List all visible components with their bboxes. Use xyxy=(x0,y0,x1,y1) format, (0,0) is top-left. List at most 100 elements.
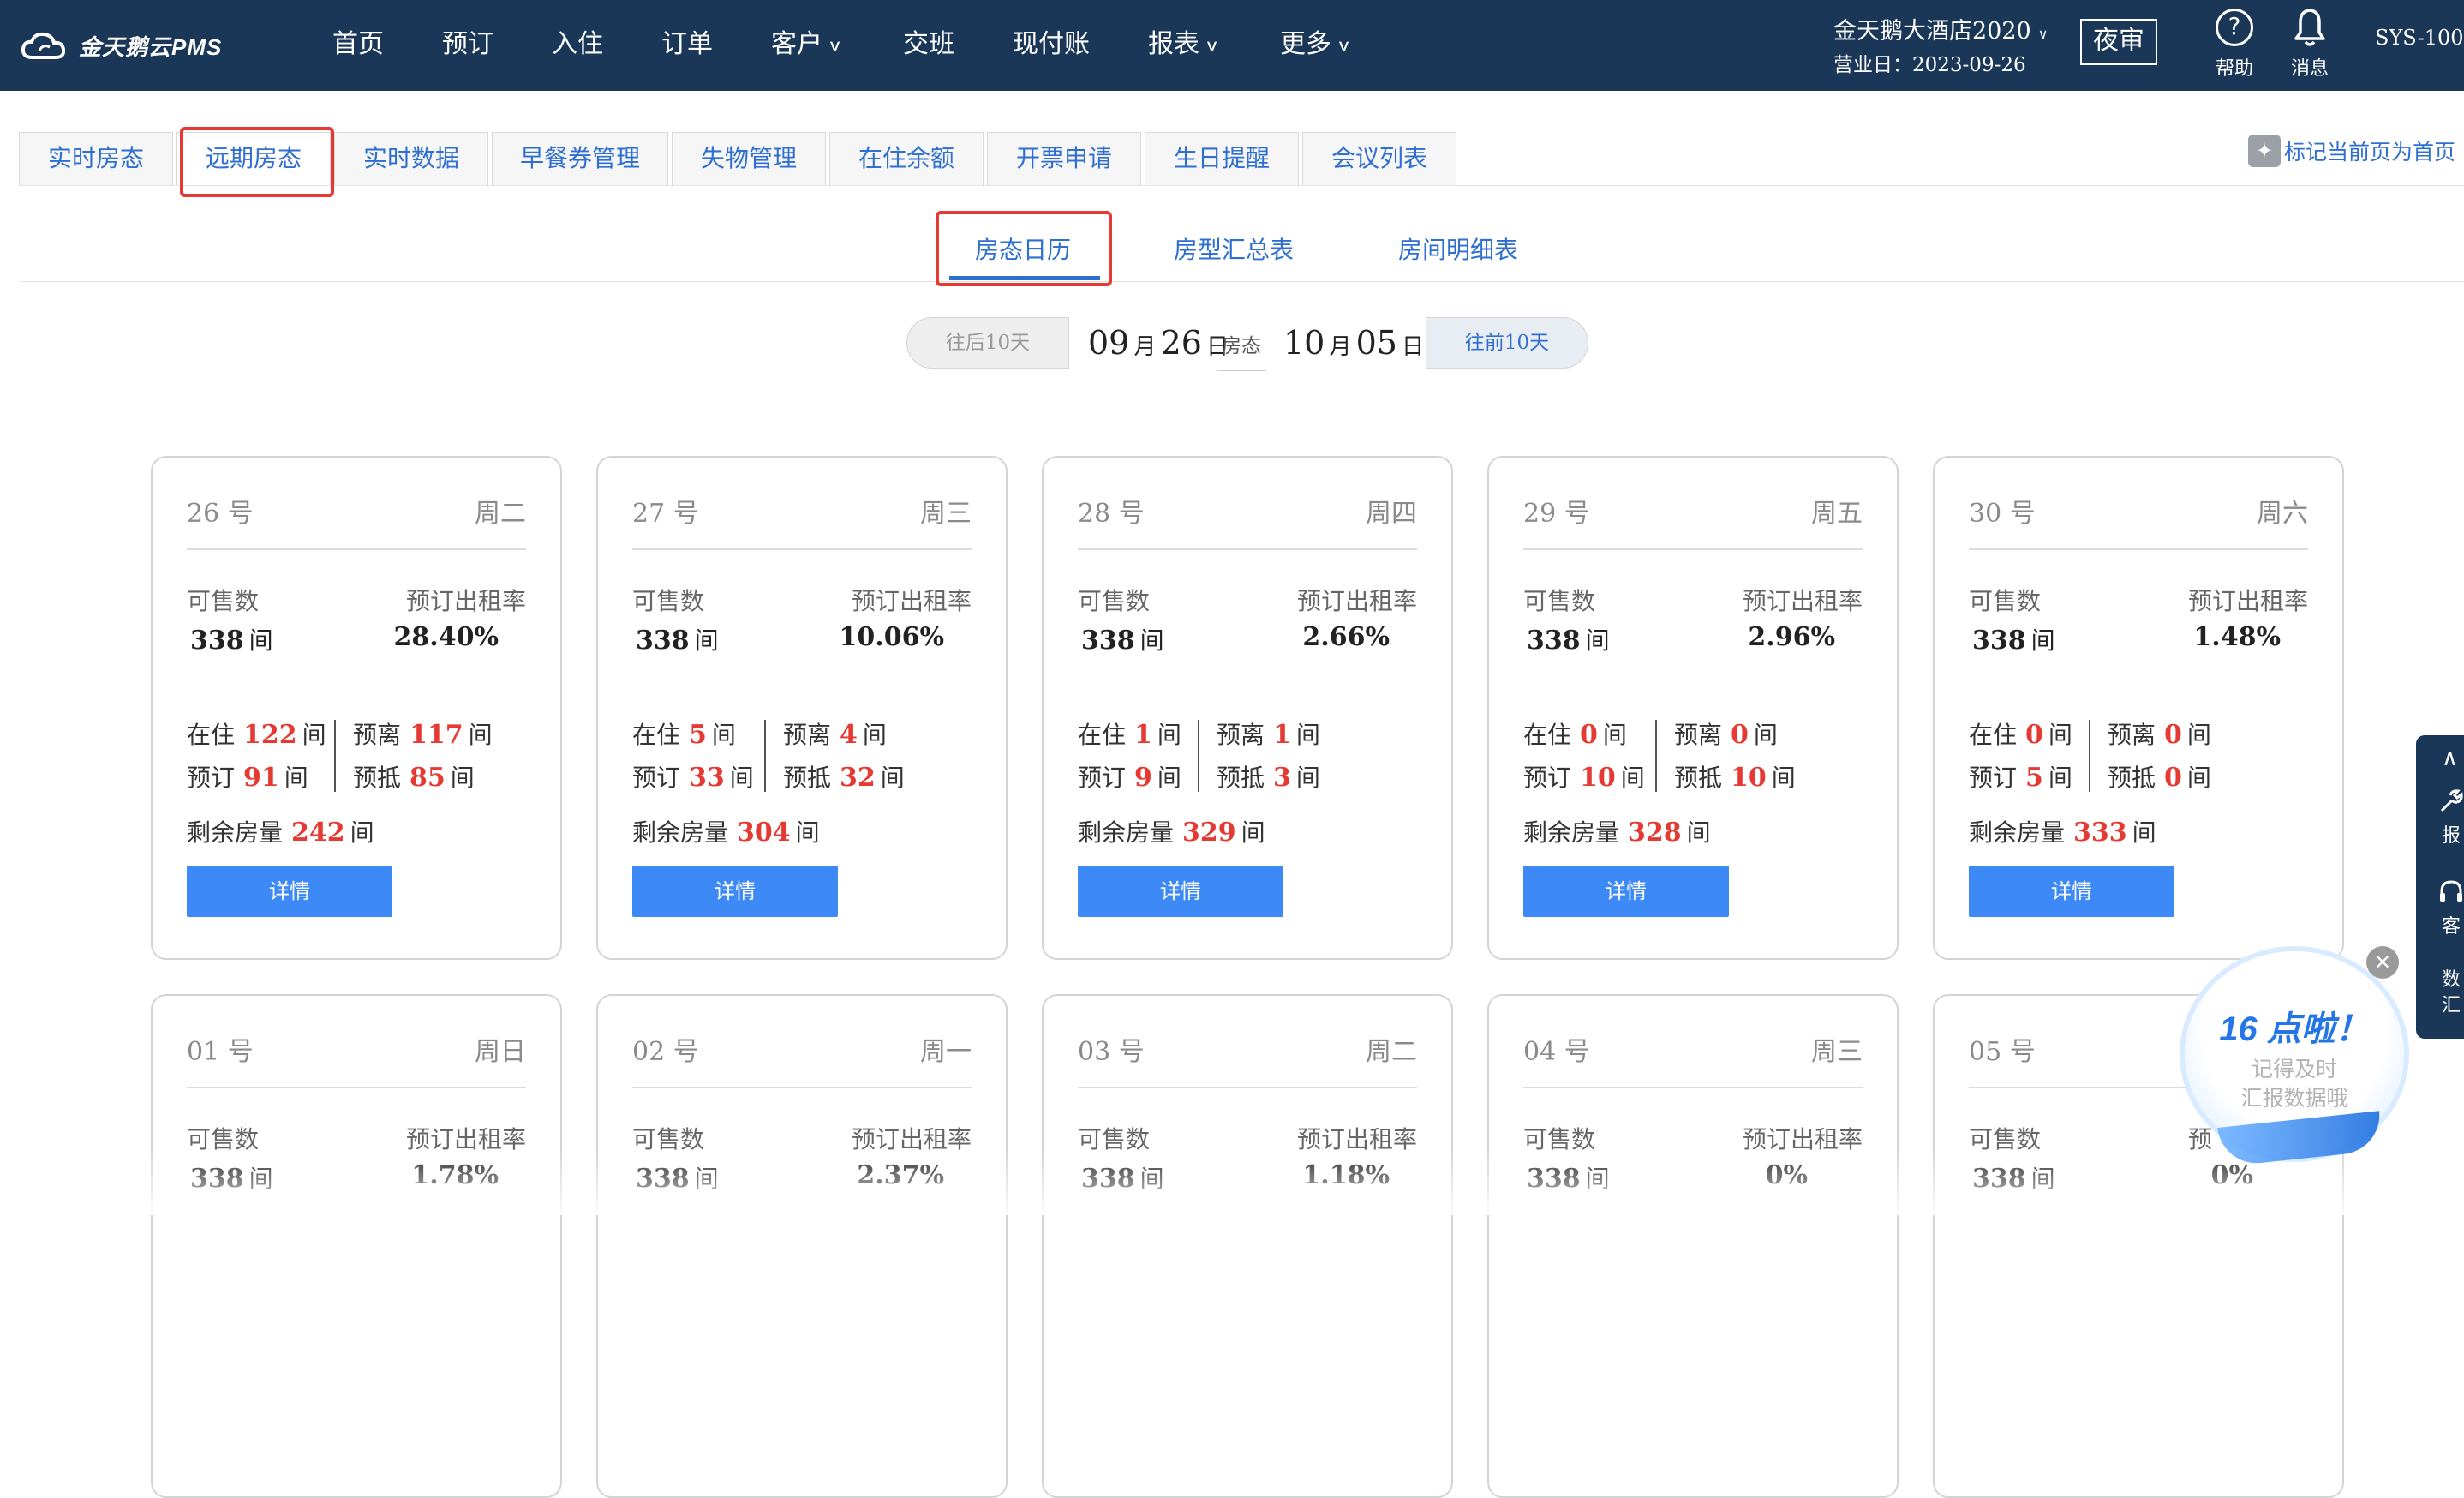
tab-lost-and-found[interactable]: 失物管理 xyxy=(672,132,826,185)
tab-invoice-requests[interactable]: 开票申请 xyxy=(987,132,1141,185)
sellable-value: 338 间 xyxy=(1527,626,1610,656)
booking-rate-label: 预订出租率 xyxy=(851,1125,972,1153)
collapse-up-icon[interactable]: ∧ xyxy=(2442,746,2458,771)
departing-stat: 预离 117 间 xyxy=(353,720,493,750)
card-date: 26 号 xyxy=(187,499,254,529)
pin-icon: ✦ xyxy=(2248,135,2281,167)
card-divider xyxy=(1969,548,2308,550)
nav-handover[interactable]: 交班 xyxy=(903,26,954,63)
side-service-label[interactable]: 客 xyxy=(2442,915,2461,939)
card-divider xyxy=(632,548,972,550)
side-data-label[interactable]: 数 xyxy=(2442,968,2461,992)
detail-button[interactable]: 详情 xyxy=(1969,866,2174,917)
user-account[interactable]: SYS-10009 xyxy=(2375,26,2464,50)
messages-label[interactable]: 消息 xyxy=(2289,53,2330,81)
chevron-down-icon: ∨ xyxy=(1205,37,1220,55)
reserved-stat: 预订 10 间 xyxy=(1523,763,1645,793)
tab-realtime-room-status[interactable]: 实时房态 xyxy=(19,132,173,185)
stat-divider xyxy=(1655,720,1657,792)
nav-cash-accounts[interactable]: 现付账 xyxy=(1013,26,1090,63)
night-audit-button[interactable]: 夜审 xyxy=(2080,19,2157,65)
brand-name: 金天鹅云PMS xyxy=(79,33,223,60)
nav-orders[interactable]: 订单 xyxy=(661,26,713,63)
booking-rate-value: 10.06% xyxy=(839,622,944,652)
in-house-stat: 在住 0 间 xyxy=(1969,720,2072,750)
wrench-icon xyxy=(2440,789,2463,812)
detail-button[interactable]: 详情 xyxy=(632,866,838,917)
reminder-title: 16 点啦！ xyxy=(2219,1010,2370,1048)
nav-reports[interactable]: 报表 ∨ xyxy=(1148,26,1220,63)
booking-rate-value: 2.37% xyxy=(857,1160,944,1190)
reminder-line-2: 汇报数据哦 xyxy=(2240,1086,2348,1111)
detail-button[interactable]: 详情 xyxy=(1523,866,1729,917)
booking-rate-label: 预订出租率 xyxy=(2187,587,2308,615)
next-10-days-button[interactable]: 往前10天 xyxy=(1426,317,1588,369)
detail-button[interactable]: 详情 xyxy=(187,866,392,917)
card-weekday: 周二 xyxy=(1366,1037,1417,1067)
sellable-value: 338 间 xyxy=(636,626,719,656)
stat-divider xyxy=(764,720,766,792)
chevron-down-icon: ∨ xyxy=(828,37,843,55)
reserved-stat: 预订 33 间 xyxy=(632,763,754,793)
bell-icon[interactable] xyxy=(2293,7,2327,48)
reserved-stat: 预订 9 间 xyxy=(1078,763,1181,793)
prev-10-days-button[interactable]: 往后10天 xyxy=(906,317,1069,369)
sellable-label: 可售数 xyxy=(187,1125,260,1153)
detail-button[interactable]: 详情 xyxy=(1078,866,1283,917)
nav-customers[interactable]: 客户 ∨ xyxy=(771,26,843,63)
card-date: 04 号 xyxy=(1523,1037,1590,1067)
hotel-selector[interactable]: 金天鹅大酒店2020 ∨ xyxy=(1833,12,2048,45)
card-date: 02 号 xyxy=(632,1037,699,1067)
subtab-room-detail[interactable]: 房间明细表 xyxy=(1398,231,1518,266)
departing-stat: 预离 0 间 xyxy=(1674,720,1778,750)
nav-checkin[interactable]: 入住 xyxy=(552,26,603,63)
tab-in-house-balance[interactable]: 在住余额 xyxy=(829,132,984,185)
start-date[interactable]: 09 月 26 日 xyxy=(1088,321,1229,365)
card-divider xyxy=(187,1087,526,1088)
side-summary-label[interactable]: 汇 xyxy=(2442,994,2461,1018)
tab-realtime-data[interactable]: 实时数据 xyxy=(334,132,488,185)
card-date: 03 号 xyxy=(1078,1037,1145,1067)
tab-breakfast-vouchers[interactable]: 早餐券管理 xyxy=(492,132,668,185)
help-icon[interactable]: ? xyxy=(2216,9,2253,46)
arriving-stat: 预抵 10 间 xyxy=(1674,763,1796,793)
mark-as-homepage-label: 标记当前页为首页 xyxy=(2284,140,2456,165)
report-reminder-popup[interactable]: 16 点啦！ 记得及时 汇报数据哦 xyxy=(2185,951,2404,1167)
sellable-value: 338 间 xyxy=(1972,1164,2055,1194)
card-weekday: 周四 xyxy=(1366,499,1417,529)
nav-home[interactable]: 首页 xyxy=(332,26,384,63)
card-divider xyxy=(632,1087,972,1088)
card-weekday: 周日 xyxy=(475,1037,526,1067)
nav-more[interactable]: 更多 ∨ xyxy=(1280,26,1351,63)
departing-stat: 预离 4 间 xyxy=(783,720,887,750)
arriving-stat: 预抵 0 间 xyxy=(2108,763,2211,793)
help-label[interactable]: 帮助 xyxy=(2216,53,2253,81)
stat-divider xyxy=(2089,720,2090,792)
sellable-label: 可售数 xyxy=(1523,587,1596,615)
sellable-label: 可售数 xyxy=(632,1125,705,1153)
day-card: 02 号 周一 可售数 预订出租率 338 间 2.37% xyxy=(596,994,1008,1498)
booking-rate-label: 预订出租率 xyxy=(1296,587,1417,615)
booking-rate-value: 2.66% xyxy=(1302,622,1390,652)
card-divider xyxy=(1078,548,1417,550)
in-house-stat: 在住 1 间 xyxy=(1078,720,1181,750)
close-icon[interactable]: ✕ xyxy=(2366,946,2399,979)
side-report-label[interactable]: 报 xyxy=(2442,824,2461,848)
day-card: 30 号 周六 可售数 预订出租率 338 间 1.48% 在住 0 间 预订 5 间 预… xyxy=(1933,456,2344,960)
sellable-label: 可售数 xyxy=(1969,1125,2042,1153)
sellable-value: 338 间 xyxy=(1081,1164,1164,1194)
arriving-stat: 预抵 3 间 xyxy=(1217,763,1320,793)
card-date: 27 号 xyxy=(632,499,699,529)
nav-booking[interactable]: 预订 xyxy=(442,26,493,63)
tab-meeting-list[interactable]: 会议列表 xyxy=(1302,132,1456,185)
mark-as-homepage-link[interactable]: ✦ 标记当前页为首页 xyxy=(2248,132,2455,170)
view-mode-select[interactable]: 房态 xyxy=(1217,324,1266,371)
cloud-logo-icon xyxy=(21,32,66,59)
arriving-stat: 预抵 85 间 xyxy=(353,763,475,793)
end-date[interactable]: 10 月 05 日 xyxy=(1283,321,1424,365)
subtab-room-type-summary[interactable]: 房型汇总表 xyxy=(1174,231,1294,266)
brand-logo[interactable]: 金天鹅云PMS xyxy=(21,26,222,65)
day-card: 29 号 周五 可售数 预订出租率 338 间 2.96% 在住 0 间 预订 10 间 … xyxy=(1487,456,1899,960)
tab-birthday-reminders[interactable]: 生日提醒 xyxy=(1145,132,1299,185)
sellable-label: 可售数 xyxy=(1078,1125,1151,1153)
